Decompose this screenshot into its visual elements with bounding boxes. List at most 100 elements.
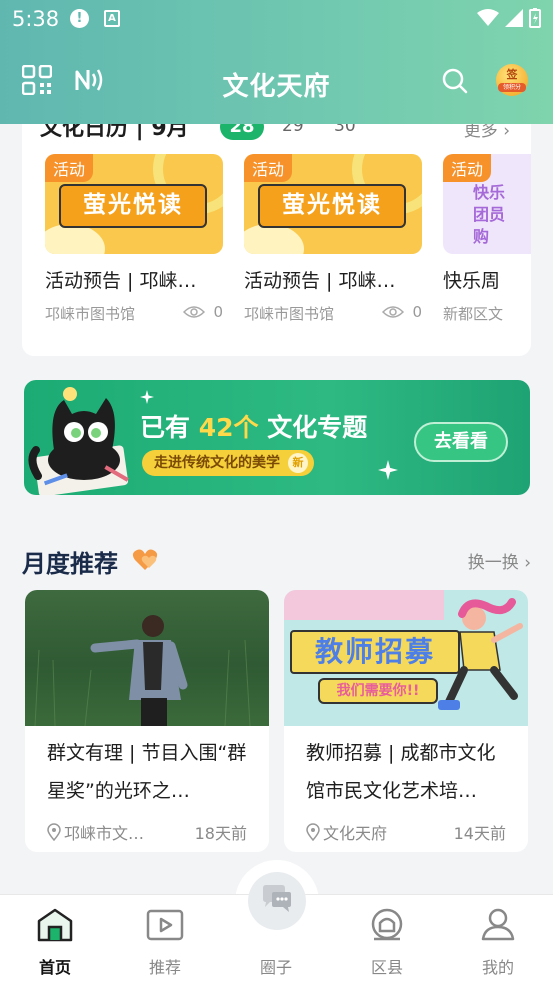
event-venue: 邛崃市图书馆	[244, 305, 335, 323]
recommend-image	[25, 590, 269, 726]
event-tag: 活动	[443, 154, 492, 182]
eye-icon	[183, 306, 206, 318]
video-play-icon	[146, 909, 184, 941]
event-meta: 邛崃市图书馆 0	[244, 303, 422, 323]
calendar-title: 文化日历 | 9月	[40, 124, 189, 141]
event-image: 萤光悦读 活动	[45, 154, 223, 254]
circle-fab-button[interactable]	[248, 872, 306, 930]
event-views-count: 0	[213, 303, 223, 321]
recommend-time: 18天前	[194, 824, 247, 843]
monthly-section-header: 月度推荐 换一换 ›	[22, 544, 531, 580]
date-chip[interactable]: 30	[334, 124, 356, 136]
tab-label: 区县	[370, 958, 403, 977]
tab-district[interactable]: 区县	[332, 895, 442, 984]
event-views: 0	[183, 303, 223, 321]
event-image: 萤光悦读 活动	[244, 154, 422, 254]
culture-calendar-card: 文化日历 | 9月 28 29 30 更多 › 萤光悦读 活动 活动预告 | 邛…	[22, 124, 531, 356]
signal-icon	[505, 9, 523, 27]
location-pin-icon	[47, 823, 61, 841]
calendar-more-link[interactable]: 更多 ›	[464, 124, 510, 141]
sparkle-icon	[378, 460, 398, 480]
tab-home[interactable]: 首页	[0, 895, 110, 984]
promo-count: 42个	[198, 413, 259, 442]
event-views-count: 0	[412, 303, 422, 321]
event-tag: 活动	[244, 154, 293, 182]
home-icon	[37, 908, 73, 942]
event-banner-text: 萤光悦读	[59, 184, 207, 228]
field-photo	[34, 615, 251, 726]
recommend-title: 群文有理 | 节目入围“群星奖”的光环之…	[47, 742, 247, 802]
new-badge: 新	[288, 453, 308, 473]
event-banner-text: 快乐团员购	[473, 183, 506, 246]
event-card[interactable]: 萤光悦读 活动 活动预告 | 邛崃… 邛崃市图书馆 0	[244, 154, 422, 323]
event-card-clip: 快乐团员购 活动 快乐周 新都区文	[443, 154, 531, 354]
calendar-header: 文化日历 | 9月 28 29 30 更多 ›	[40, 124, 510, 144]
recommend-image: 教师招募 我们需要你!!	[284, 590, 528, 726]
tab-profile[interactable]: 我的	[443, 895, 553, 984]
event-tag: 活动	[45, 154, 94, 182]
recommend-meta: 邛崃市文… 18天前	[47, 820, 247, 844]
section-title: 月度推荐	[22, 550, 118, 578]
poster-subtitle: 我们需要你!!	[318, 678, 438, 704]
event-title: 活动预告 | 邛崃…	[45, 270, 197, 292]
date-chip-selected[interactable]: 28	[220, 124, 264, 140]
recommend-meta: 文化天府 14天前	[306, 820, 506, 844]
search-icon[interactable]	[442, 68, 468, 94]
tab-recommend[interactable]: 推荐	[110, 895, 220, 984]
app-title: 文化天府	[222, 72, 331, 102]
event-meta: 邛崃市图书馆 0	[45, 303, 223, 323]
swap-button[interactable]: 换一换 ›	[468, 548, 531, 573]
sign-badge-text: 签	[506, 68, 518, 81]
recommend-location: 文化天府	[306, 820, 387, 844]
recommend-location-text: 文化天府	[323, 824, 388, 843]
tab-label: 我的	[481, 958, 514, 977]
culture-topics-banner[interactable]: 已有 42个 文化专题 走进传统文化的美学 新 去看看	[24, 380, 530, 495]
app-header: 文化天府 签 领积分	[0, 48, 553, 114]
top-bar: 5:38 ! A 文化天府 签 领积分	[0, 0, 553, 124]
event-views: 0	[382, 303, 422, 321]
chat-bubble-icon	[263, 885, 291, 912]
tab-label: 圈子	[259, 958, 292, 977]
status-time: 5:38	[12, 7, 60, 31]
event-meta: 新都区文	[443, 303, 531, 323]
battery-icon	[529, 8, 541, 28]
event-image: 快乐团员购 活动	[443, 154, 531, 254]
recommend-card[interactable]: 群文有理 | 节目入围“群星奖”的光环之… 邛崃市文… 18天前	[25, 590, 269, 852]
date-chip[interactable]: 29	[282, 124, 304, 136]
heart-badge-icon	[132, 549, 158, 570]
status-right	[477, 8, 541, 28]
notification-icon: !	[70, 9, 89, 28]
event-venue: 新都区文	[443, 305, 504, 323]
event-title: 活动预告 | 邛崃…	[244, 270, 396, 292]
tab-label: 推荐	[148, 958, 181, 977]
promo-subtitle-text: 走进传统文化的美学	[154, 455, 280, 471]
event-banner-text: 萤光悦读	[258, 184, 406, 228]
event-venue: 邛崃市图书馆	[45, 305, 136, 323]
recommend-location-text: 邛崃市文…	[64, 824, 145, 843]
promo-headline: 已有 42个 文化专题	[140, 408, 367, 444]
runner-illustration	[438, 598, 523, 710]
sign-in-badge[interactable]: 签 领积分	[496, 64, 528, 96]
cat-illustration	[28, 387, 129, 495]
event-card[interactable]: 萤光悦读 活动 活动预告 | 邛崃… 邛崃市图书馆 0	[45, 154, 223, 323]
tab-label: 首页	[38, 958, 71, 977]
recommend-card[interactable]: 教师招募 我们需要你!! 教师招募 | 成都市文化馆市民文化艺术培… 文化天府 …	[284, 590, 528, 852]
promo-subtitle: 走进传统文化的美学 新	[142, 450, 314, 476]
promo-lead-suffix: 文化专题	[267, 413, 368, 442]
user-icon	[481, 908, 515, 941]
status-bar: 5:38 ! A	[0, 0, 553, 40]
district-icon	[371, 908, 403, 941]
eye-icon	[382, 306, 405, 318]
event-title: 快乐周	[443, 270, 501, 292]
go-see-button[interactable]: 去看看	[414, 422, 508, 462]
wifi-icon	[477, 9, 499, 26]
app-notification-icon: A	[104, 10, 120, 27]
location-pin-icon	[306, 823, 320, 841]
recommend-location: 邛崃市文…	[47, 820, 144, 844]
recommend-time: 14天前	[453, 824, 506, 843]
sparkle-icon	[140, 390, 154, 404]
main-content[interactable]: 文化日历 | 9月 28 29 30 更多 › 萤光悦读 活动 活动预告 | 邛…	[0, 124, 553, 898]
sign-badge-sub: 领积分	[498, 83, 526, 92]
promo-lead-prefix: 已有	[140, 413, 191, 442]
event-card[interactable]: 快乐团员购 活动 快乐周 新都区文	[443, 154, 531, 323]
